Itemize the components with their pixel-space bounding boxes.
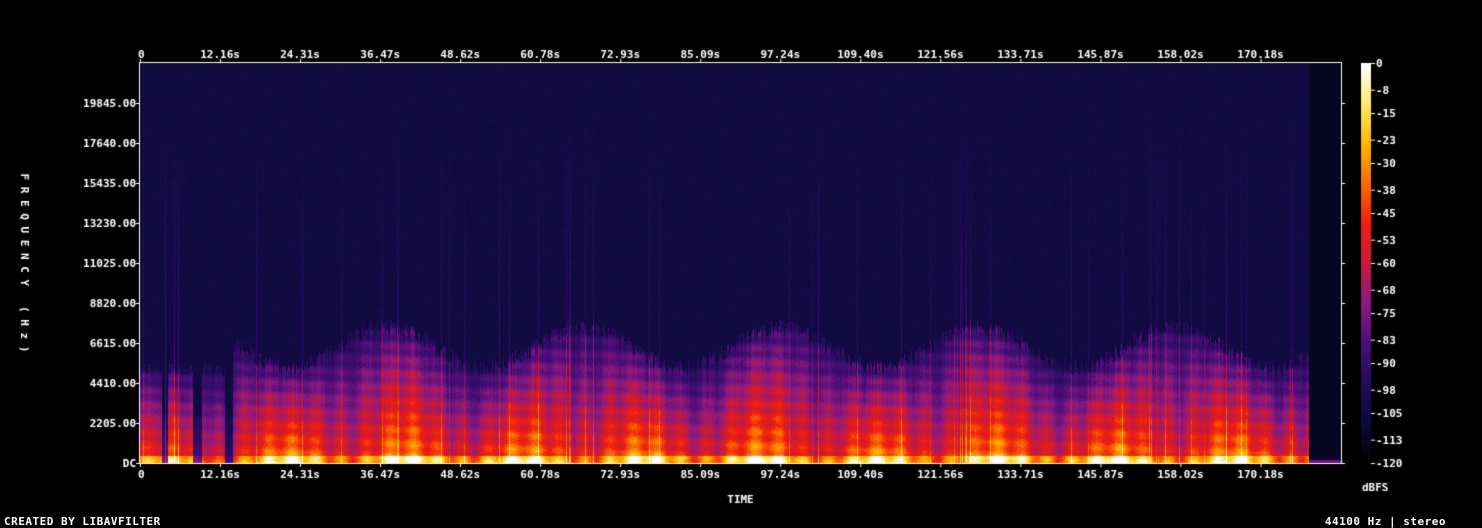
spectrogram-chart [0, 0, 1482, 528]
created-by-label: CREATED BY LIBAVFILTER [4, 515, 161, 528]
sample-rate-label: 44100 Hz | stereo [1324, 515, 1446, 528]
